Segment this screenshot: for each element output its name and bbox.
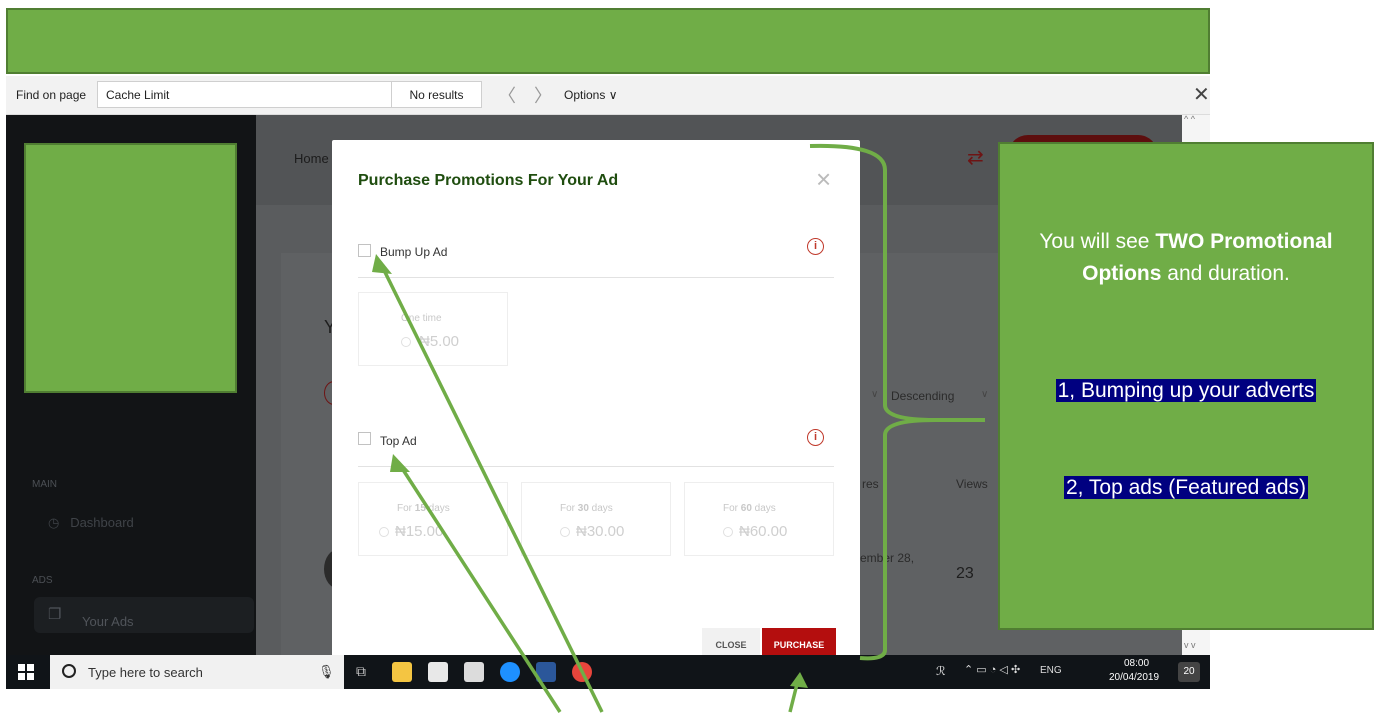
- option-radio[interactable]: [401, 337, 411, 347]
- divider: [358, 277, 834, 278]
- modal-close-icon[interactable]: ×: [816, 164, 831, 195]
- table-header-views: Views: [956, 477, 988, 491]
- top-ad-info-icon[interactable]: i: [807, 429, 824, 446]
- table-cell-views: 23: [956, 565, 974, 582]
- option-radio[interactable]: [560, 527, 570, 537]
- option-label: For 30 days: [560, 503, 613, 514]
- mail-icon[interactable]: [464, 662, 484, 682]
- word-icon[interactable]: [536, 662, 556, 682]
- top-ad-label: Top Ad: [380, 434, 417, 448]
- sidebar-logo-cover: [24, 143, 237, 393]
- find-label: Find on page: [16, 88, 87, 102]
- option-price: ₦60.00: [739, 523, 788, 540]
- windows-start-icon[interactable]: [18, 664, 34, 680]
- top-option-30-days[interactable]: For 30 days ₦30.00: [521, 482, 671, 556]
- search-placeholder: Type here to search: [88, 665, 203, 680]
- language-indicator[interactable]: ENG: [1040, 665, 1062, 676]
- clock-date[interactable]: 20/04/2019: [1109, 672, 1159, 683]
- scroll-down-icon[interactable]: v v: [1184, 640, 1196, 650]
- bump-option-one-time[interactable]: One time ₦5.00: [358, 292, 508, 366]
- table-cell-date: ember 28,: [860, 551, 915, 565]
- find-results-count: No results: [392, 81, 482, 108]
- sidebar-section-ads: ADS: [32, 575, 53, 586]
- option-label: For 15 days: [397, 503, 450, 514]
- windows-taskbar: Type here to search 🎙 ⧉ ℛ ⌃ ▭ ◔ ◁ ✣ ENG …: [6, 655, 1210, 689]
- top-option-15-days[interactable]: For 15 days ₦15.00: [358, 482, 508, 556]
- option-price: ₦15.00: [395, 523, 444, 540]
- dashboard-icon: ◷: [48, 515, 71, 530]
- callout-item-2: 2, Top ads (Featured ads): [1063, 476, 1309, 499]
- sidebar-item-dashboard[interactable]: ◷ Dashboard: [48, 515, 134, 531]
- find-options-button[interactable]: Options ∨: [564, 88, 617, 102]
- sidebar: MAIN ◷ Dashboard ADS ❐ Your Ads: [6, 115, 256, 655]
- notification-center-icon[interactable]: 20: [1178, 662, 1200, 682]
- callout-intro-text: You will see TWO Promotional Options and…: [1039, 230, 1333, 285]
- callout-item-1: 1, Bumping up your adverts: [1055, 379, 1317, 402]
- store-icon[interactable]: [428, 662, 448, 682]
- system-tray-icons[interactable]: ⌃ ▭ ◔ ◁ ✣: [964, 663, 1020, 676]
- find-input[interactable]: [97, 81, 392, 108]
- table-header-fragment: res: [862, 477, 879, 491]
- scroll-up-icon[interactable]: ^ ^: [1184, 114, 1195, 124]
- purchase-promotions-modal: Purchase Promotions For Your Ad × Bump U…: [332, 140, 860, 660]
- modal-title: Purchase Promotions For Your Ad: [358, 172, 619, 189]
- top-ad-checkbox[interactable]: [358, 432, 371, 445]
- sync-icon[interactable]: ⇄: [967, 145, 984, 170]
- chevron-down-icon: ∨: [871, 389, 879, 400]
- option-radio[interactable]: [379, 527, 389, 537]
- clock-time[interactable]: 08:00: [1124, 658, 1149, 669]
- bump-up-label: Bump Up Ad: [380, 245, 448, 259]
- option-label: One time: [401, 313, 442, 324]
- sidebar-section-main: MAIN: [32, 479, 57, 490]
- find-next-icon[interactable]: 〉: [534, 82, 552, 108]
- top-annotation-banner: [6, 8, 1210, 74]
- find-prev-icon[interactable]: 〈: [498, 82, 516, 108]
- option-price: ₦5.00: [419, 333, 460, 350]
- edge-browser-icon[interactable]: [500, 662, 520, 682]
- cortana-icon: [62, 664, 76, 678]
- your-ads-icon: ❐: [48, 606, 62, 623]
- task-view-icon[interactable]: ⧉: [356, 663, 366, 680]
- bump-up-checkbox[interactable]: [358, 244, 371, 257]
- annotation-callout: You will see TWO Promotional Options and…: [998, 142, 1374, 630]
- divider: [358, 466, 834, 467]
- sidebar-item-label: Dashboard: [70, 515, 134, 530]
- find-close-icon[interactable]: ✕: [1193, 82, 1210, 107]
- sidebar-item-your-ads[interactable]: ❐: [34, 597, 254, 633]
- file-explorer-icon[interactable]: [392, 662, 412, 682]
- bump-up-info-icon[interactable]: i: [807, 238, 824, 255]
- breadcrumb-home[interactable]: Home: [294, 151, 329, 166]
- sidebar-item-label: Your Ads: [82, 614, 134, 629]
- find-on-page-bar: Find on page No results 〈 〉 Options ∨ ✕: [6, 76, 1210, 115]
- chevron-down-icon: ∨: [981, 389, 989, 400]
- taskbar-search-box[interactable]: Type here to search 🎙: [50, 655, 344, 689]
- option-price: ₦30.00: [576, 523, 625, 540]
- option-label: For 60 days: [723, 503, 776, 514]
- chrome-icon[interactable]: [572, 662, 592, 682]
- people-icon[interactable]: ℛ: [936, 664, 946, 678]
- microphone-icon[interactable]: 🎙: [318, 664, 335, 680]
- sort-order-select[interactable]: Descending: [891, 389, 954, 403]
- top-option-60-days[interactable]: For 60 days ₦60.00: [684, 482, 834, 556]
- option-radio[interactable]: [723, 527, 733, 537]
